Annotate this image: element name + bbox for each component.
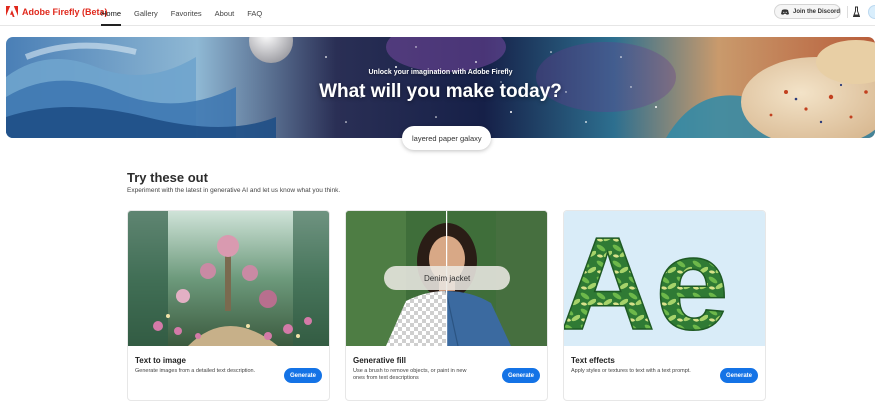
card-title: Text effects	[571, 356, 615, 365]
nav-item-home[interactable]: Home	[101, 0, 122, 26]
join-discord-label: Join the Discord	[793, 8, 841, 15]
discord-icon	[781, 8, 789, 15]
app-brand-name[interactable]: Adobe Firefly (Beta)	[22, 7, 108, 17]
card-generative-fill[interactable]: Denim jacket Generative fill Use a brush…	[345, 210, 548, 401]
adobe-logo-icon[interactable]	[6, 6, 18, 18]
section-title: Try these out	[127, 170, 208, 185]
section-subtitle: Experiment with the latest in generative…	[127, 187, 341, 194]
text-effects-preview: Ae	[564, 211, 765, 346]
generate-button[interactable]: Generate	[720, 368, 758, 383]
beaker-icon[interactable]	[853, 6, 860, 18]
text-effects-letters: Ae	[564, 211, 729, 346]
join-discord-button[interactable]: Join the Discord	[774, 4, 841, 19]
generative-fill-preview: Denim jacket	[346, 211, 547, 346]
main-nav: Home Gallery Favorites About FAQ	[101, 0, 275, 26]
generate-button[interactable]: Generate	[502, 368, 540, 383]
card-description: Generate images from a detailed text des…	[135, 368, 256, 374]
hero-banner: Unlock your imagination with Adobe Firef…	[6, 37, 875, 138]
card-text-effects[interactable]: Ae Text effects Apply styles or textures…	[563, 210, 766, 401]
card-description: Apply styles or textures to text with a …	[571, 368, 691, 374]
text-to-image-preview	[128, 211, 329, 346]
generate-button[interactable]: Generate	[284, 368, 322, 383]
nav-item-faq[interactable]: FAQ	[247, 0, 262, 26]
header-divider	[847, 6, 848, 18]
nav-item-favorites[interactable]: Favorites	[171, 0, 202, 26]
card-title: Generative fill	[353, 356, 406, 365]
card-title: Text to image	[135, 356, 186, 365]
card-description: Use a brush to remove objects, or paint …	[353, 368, 467, 381]
card-text-to-image[interactable]: Text to image Generate images from a det…	[127, 210, 330, 401]
hero-prompt-input[interactable]: layered paper galaxy	[402, 126, 491, 150]
nav-item-about[interactable]: About	[215, 0, 235, 26]
hero-title: What will you make today?	[319, 81, 562, 102]
user-avatar[interactable]	[868, 5, 875, 19]
hero-eyebrow: Unlock your imagination with Adobe Firef…	[368, 69, 513, 76]
nav-item-gallery[interactable]: Gallery	[134, 0, 158, 26]
generative-fill-prompt: Denim jacket	[384, 266, 510, 290]
top-navigation-bar: Adobe Firefly (Beta) Home Gallery Favori…	[0, 0, 875, 26]
